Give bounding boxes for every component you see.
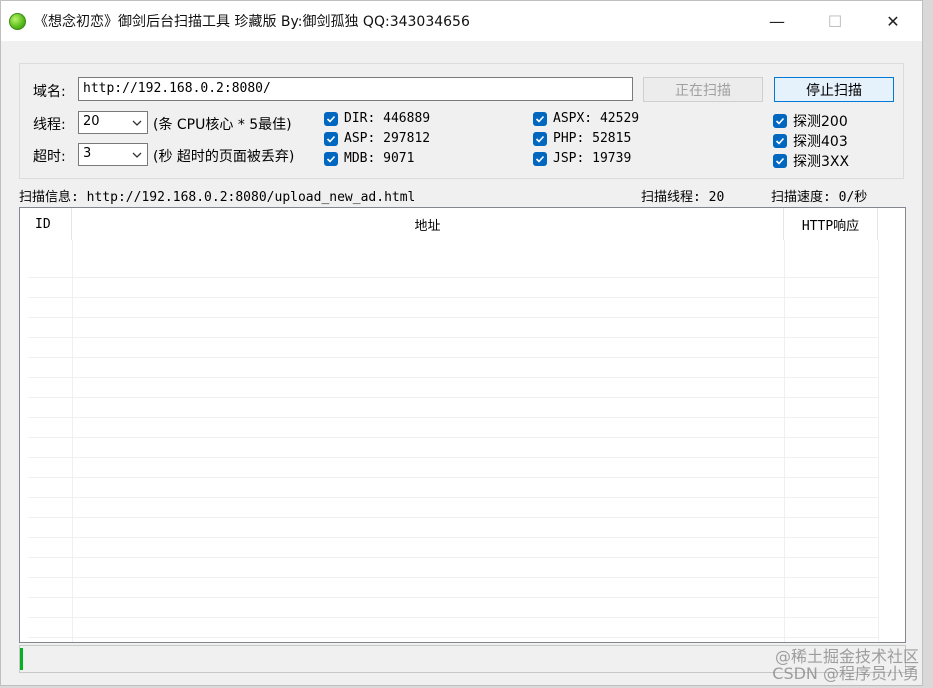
table-row [28,358,878,378]
check-icon [324,151,338,166]
table-row [28,458,878,478]
client-area: 域名: http://192.168.0.2:8080/ 正在扫描 停止扫描 线… [1,41,922,685]
scan-speed: 扫描速度: 0/秒 [771,190,868,205]
checkbox-label: 探测403 [793,134,848,150]
checkbox-label: PHP: 52815 [553,131,632,146]
timeout-select[interactable]: 3 [78,143,148,166]
chevron-down-icon [132,152,142,158]
column-divider [784,240,785,642]
timeout-value: 3 [83,146,92,161]
table-row [28,478,878,498]
watermark: @稀土掘金技术社区 CSDN @程序员小勇 [772,648,919,682]
scan-info: 扫描信息: http://192.168.0.2:8080/upload_new… [19,190,416,205]
table-row [28,638,878,642]
checkbox-probe-403[interactable]: 探测403 [773,131,848,151]
progress-fill [20,648,23,670]
threads-hint: (条 CPU核心 * 5最佳) [153,117,292,133]
checkbox-mdb[interactable]: MDB: 9071 [324,151,414,166]
checkbox-label: ASPX: 42529 [553,111,640,126]
check-icon [324,131,338,146]
table-row [28,598,878,618]
window-title: 《想念初恋》御剑后台扫描工具 珍藏版 By:御剑孤独 QQ:343034656 [34,14,470,30]
table-row [28,258,878,278]
checkbox-label: DIR: 446889 [344,111,431,126]
table-row [28,558,878,578]
close-button[interactable]: ✕ [864,1,922,41]
table-row [28,338,878,358]
stop-scan-button[interactable]: 停止扫描 [774,77,894,102]
table-row [28,618,878,638]
checkbox-aspx[interactable]: ASPX: 42529 [533,111,639,126]
check-icon [773,154,787,168]
watermark-line-1: @稀土掘金技术社区 [774,647,919,666]
checkbox-label: 探测3XX [793,154,850,170]
domain-label: 域名: [33,84,66,100]
table-row [28,278,878,298]
table-row [28,418,878,438]
table-row [28,378,878,398]
check-icon [773,114,787,128]
checkbox-asp[interactable]: ASP: 297812 [324,131,430,146]
watermark-line-2: CSDN @程序员小勇 [772,664,919,683]
title-bar[interactable]: 《想念初恋》御剑后台扫描工具 珍藏版 By:御剑孤独 QQ:343034656 … [1,1,922,41]
column-header-id[interactable]: ID [20,208,72,240]
column-header-http-response[interactable]: HTTP响应 [784,208,878,240]
minimize-button[interactable]: — [748,1,806,41]
table-row [28,518,878,538]
threads-label: 线程: [33,117,66,133]
app-icon [9,12,26,30]
table-row [28,298,878,318]
check-icon [324,111,338,126]
scan-threads: 扫描线程: 20 [641,190,725,205]
check-icon [533,111,547,126]
check-icon [533,151,547,166]
checkbox-label: JSP: 19739 [553,151,632,166]
timeout-label: 超时: [33,149,66,165]
checkbox-label: ASP: 297812 [344,131,431,146]
table-header: ID 地址 HTTP响应 [20,208,905,240]
maximize-button: ☐ [827,11,843,31]
scanning-button: 正在扫描 [643,77,763,102]
table-row [28,398,878,418]
table-row [28,318,878,338]
timeout-hint: (秒 超时的页面被丢弃) [153,149,295,165]
table-row [28,438,878,458]
checkbox-php[interactable]: PHP: 52815 [533,131,631,146]
checkbox-dir[interactable]: DIR: 446889 [324,111,430,126]
checkbox-probe-3xx[interactable]: 探测3XX [773,151,849,171]
threads-value: 20 [83,114,100,129]
checkbox-label: MDB: 9071 [344,151,415,166]
check-icon [773,134,787,148]
column-header-address[interactable]: 地址 [72,208,784,240]
chevron-down-icon [132,120,142,126]
checkbox-label: 探测200 [793,114,848,130]
table-row [28,538,878,558]
window-controls: — ☐ ✕ [748,1,922,41]
table-row [28,578,878,598]
checkbox-jsp[interactable]: JSP: 19739 [533,151,631,166]
check-icon [533,131,547,146]
results-table[interactable]: ID 地址 HTTP响应 [19,207,906,643]
app-window: 《想念初恋》御剑后台扫描工具 珍藏版 By:御剑孤独 QQ:343034656 … [0,0,923,686]
threads-select[interactable]: 20 [78,111,148,134]
domain-input[interactable]: http://192.168.0.2:8080/ [78,77,633,101]
checkbox-probe-200[interactable]: 探测200 [773,111,848,131]
column-divider [72,240,73,642]
table-row [28,498,878,518]
column-divider [878,240,879,642]
